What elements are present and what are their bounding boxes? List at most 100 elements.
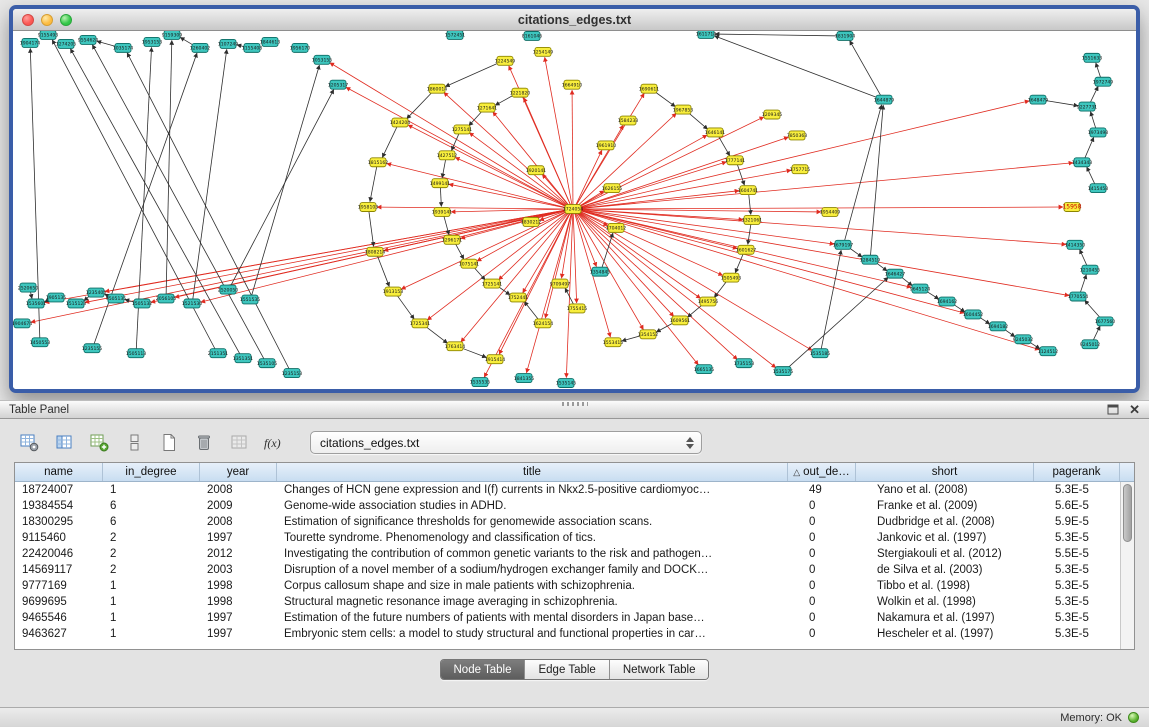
close-panel-icon[interactable]: ✕ <box>1129 403 1140 416</box>
column-header-short[interactable]: short <box>856 463 1034 481</box>
graph-edge[interactable] <box>1080 275 1086 294</box>
graph-node[interactable]: 1351351 <box>233 354 254 363</box>
graph-node[interactable]: 1551633 <box>1082 53 1103 62</box>
graph-node[interactable]: 1956170 <box>290 43 311 52</box>
graph-edge[interactable] <box>455 157 568 207</box>
graph-node[interactable]: 1648479 <box>1028 95 1049 104</box>
graph-node[interactable]: 1690611 <box>639 84 660 93</box>
graph-node[interactable]: 15958 <box>1062 203 1081 212</box>
graph-node[interactable]: 1505132 <box>132 299 153 308</box>
graph-node[interactable]: 1414350 <box>1065 240 1086 249</box>
new-file-icon[interactable] <box>156 430 182 456</box>
graph-edge[interactable] <box>1093 326 1100 341</box>
panel-splitter-handle[interactable] <box>562 402 588 406</box>
graph-edge[interactable] <box>484 212 570 377</box>
graph-node[interactable]: 1725141 <box>482 279 503 288</box>
table-source-select[interactable]: citations_edges.txt <box>310 431 702 454</box>
graph-edge[interactable] <box>396 294 414 319</box>
graph-node[interactable]: 1677560 <box>1095 317 1116 326</box>
graph-node[interactable]: 1271641 <box>477 103 498 112</box>
graph-node[interactable]: 1296171 <box>442 235 463 244</box>
zoom-window-button[interactable] <box>60 14 72 26</box>
graph-node[interactable]: 1495756 <box>698 297 719 306</box>
graph-node[interactable]: 2151351 <box>208 349 229 358</box>
graph-node[interactable]: 1611714 <box>696 31 717 38</box>
table-settings-icon[interactable] <box>16 430 42 456</box>
graph-node[interactable]: 1505493 <box>721 273 742 282</box>
graph-node[interactable]: 1973498 <box>1088 128 1109 137</box>
graph-edge[interactable] <box>602 233 613 268</box>
graph-node[interactable]: 1913153 <box>383 287 404 296</box>
graph-node[interactable]: 1221820 <box>510 88 531 97</box>
graph-edge[interactable] <box>1085 300 1102 319</box>
graph-node[interactable]: 1604452 <box>963 310 984 319</box>
graph-node[interactable]: 1424204 <box>390 118 411 127</box>
graph-node[interactable]: 1521530 <box>182 299 203 308</box>
graph-edge[interactable] <box>572 90 573 205</box>
graph-edge[interactable] <box>70 49 240 355</box>
graph-edge[interactable] <box>201 210 568 302</box>
graph-edge[interactable] <box>424 325 447 343</box>
graph-node[interactable]: 1210455 <box>1080 265 1101 274</box>
graph-node[interactable]: 1275141 <box>452 125 473 134</box>
graph-node[interactable]: 1646141 <box>705 128 726 137</box>
import-table-icon[interactable] <box>226 430 252 456</box>
graph-edge[interactable] <box>578 210 964 313</box>
delete-icon[interactable] <box>191 430 217 456</box>
float-panel-icon[interactable] <box>1107 404 1119 415</box>
graph-node[interactable]: 9245012 <box>1080 340 1101 349</box>
graph-node[interactable]: 1830212 <box>521 217 542 226</box>
graph-node[interactable]: 1205317 <box>328 80 349 89</box>
graph-edge[interactable] <box>377 207 568 209</box>
graph-edge[interactable] <box>578 207 1063 209</box>
graph-edge[interactable] <box>578 210 1040 350</box>
graph-edge[interactable] <box>714 36 879 99</box>
graph-edge[interactable] <box>1091 112 1097 130</box>
graph-node[interactable]: 1808214 <box>365 247 386 256</box>
graph-edge[interactable] <box>850 41 882 97</box>
column-header-name[interactable]: name <box>15 463 103 481</box>
graph-edge[interactable] <box>737 163 744 185</box>
graph-node[interactable]: 1254149 <box>533 47 554 56</box>
graph-node[interactable]: 1609561 <box>670 316 691 325</box>
table-row[interactable]: 2242004622012Investigating the contribut… <box>15 546 1134 562</box>
graph-edge[interactable] <box>370 166 377 202</box>
graph-node[interactable]: 1235405 <box>86 288 107 297</box>
graph-edge[interactable] <box>401 210 568 289</box>
graph-node[interactable]: 1860014 <box>427 84 448 93</box>
graph-edge[interactable] <box>715 34 840 36</box>
graph-edge[interactable] <box>444 92 570 206</box>
graph-edge[interactable] <box>545 212 571 318</box>
graph-node[interactable]: 1434343 <box>1072 158 1093 167</box>
graph-edge[interactable] <box>451 209 568 212</box>
graph-node[interactable]: 2056105 <box>156 294 177 303</box>
graph-node[interactable]: 9227731 <box>1077 102 1098 111</box>
graph-edge[interactable] <box>524 98 571 206</box>
graph-node[interactable]: 1107249 <box>218 39 239 48</box>
graph-node[interactable]: 1235155 <box>82 344 103 353</box>
graph-node[interactable]: 1535175 <box>773 367 794 376</box>
column-header-pagerank[interactable]: pagerank <box>1034 463 1120 481</box>
graph-node[interactable]: 1679197 <box>833 240 854 249</box>
graph-edge[interactable] <box>455 243 464 260</box>
graph-node[interactable]: 9709497 <box>550 279 571 288</box>
graph-edge[interactable] <box>545 57 572 205</box>
graph-edge[interactable] <box>127 53 290 370</box>
graph-edge[interactable] <box>844 105 881 242</box>
graph-edge[interactable] <box>573 212 576 303</box>
graph-node[interactable]: 1427512 <box>437 151 458 160</box>
graph-node[interactable]: 9159309 <box>162 31 183 39</box>
graph-node[interactable]: 1515123 <box>66 299 87 308</box>
graph-edge[interactable] <box>524 301 539 320</box>
graph-edge[interactable] <box>382 126 397 158</box>
graph-node[interactable]: 1505113 <box>126 349 147 358</box>
show-columns-icon[interactable] <box>51 430 77 456</box>
graph-node[interactable]: 1967853 <box>673 105 694 114</box>
column-header-title[interactable]: title <box>277 463 788 481</box>
vertical-scrollbar[interactable] <box>1120 482 1134 649</box>
graph-node[interactable]: 7850363 <box>787 131 808 140</box>
window-titlebar[interactable]: citations_edges.txt <box>13 9 1136 31</box>
graph-node[interactable]: 1260402 <box>190 43 211 52</box>
graph-node[interactable]: 1841355 <box>514 374 535 383</box>
graph-node[interactable]: 1953153 <box>142 37 163 46</box>
